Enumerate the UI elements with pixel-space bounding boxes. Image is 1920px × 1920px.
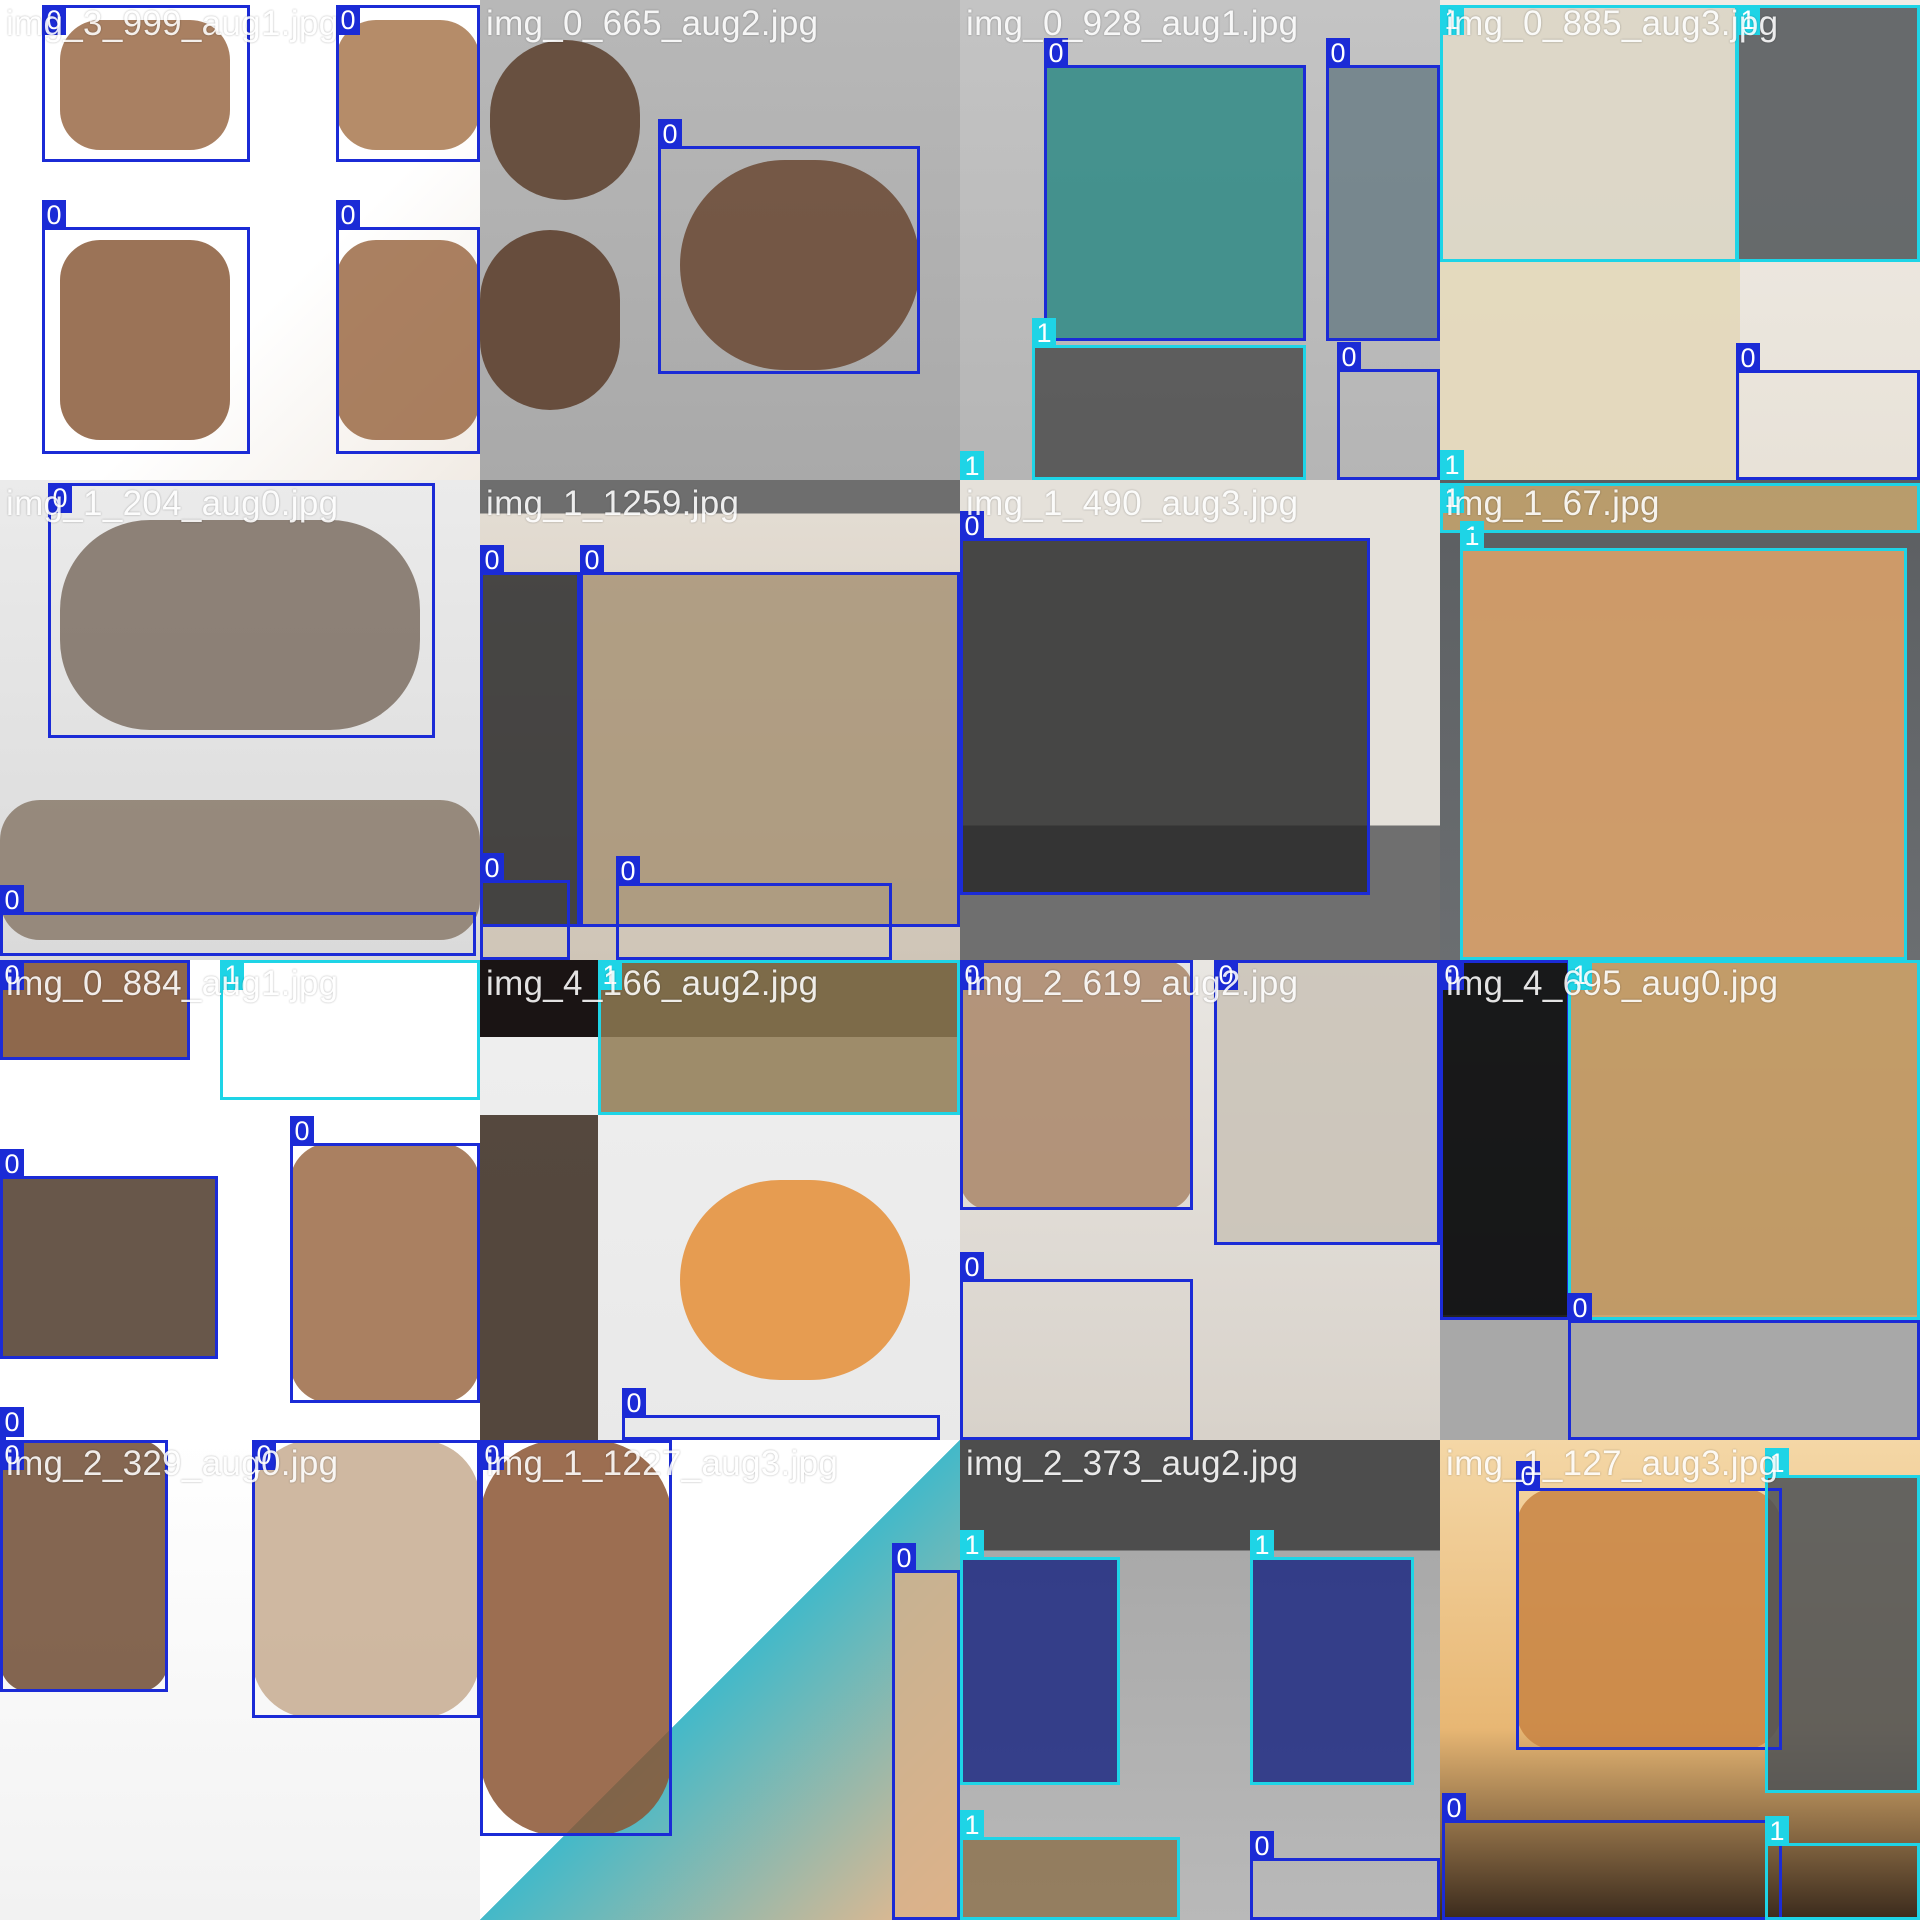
tile-r0c0: img_3_999_aug1.jpg 0 0 0 0 xyxy=(0,0,480,480)
class-label: 1 xyxy=(1250,1530,1274,1560)
bounding-box-class-0: 0 xyxy=(892,1543,960,1920)
class-label: 1 xyxy=(1032,318,1056,348)
class-label: 0 xyxy=(1250,1831,1274,1861)
class-label: 0 xyxy=(290,1116,314,1146)
bounding-box-class-1: 1 xyxy=(960,451,984,480)
class-label: 0 xyxy=(1442,1793,1466,1823)
class-label: 0 xyxy=(1568,1293,1592,1323)
bounding-box-class-0: 0 xyxy=(290,1116,480,1403)
tile-filename: img_1_490_aug3.jpg xyxy=(966,484,1299,523)
class-label: 0 xyxy=(1326,38,1350,68)
class-label: 0 xyxy=(1337,342,1361,372)
tile-r2c3: img_4_695_aug0.jpg 0 1 0 xyxy=(1440,960,1920,1440)
class-label: 0 xyxy=(616,856,640,886)
bounding-box-class-0: 0 xyxy=(336,5,480,162)
bounding-box-class-0: 0 xyxy=(658,119,920,374)
tile-r3c2: img_2_373_aug2.jpg 1 1 1 0 xyxy=(960,1440,1440,1920)
bounding-box-class-0: 0 xyxy=(1440,960,1570,1320)
bounding-box-class-1: 1 xyxy=(960,1530,1120,1785)
bounding-box-class-1: 1 xyxy=(1568,960,1920,1320)
class-label: 1 xyxy=(1440,450,1464,480)
tile-filename: img_1_1227_aug3.jpg xyxy=(486,1444,839,1483)
tile-r3c3: img_1_127_aug3.jpg 0 1 0 1 xyxy=(1440,1440,1920,1920)
class-label: 1 xyxy=(1765,1816,1789,1846)
class-label: 0 xyxy=(0,1407,24,1437)
tile-r2c0: img_0_884_aug1.jpg 0 1 0 0 0 xyxy=(0,960,480,1440)
bounding-box-class-0: 0 xyxy=(0,1149,218,1359)
tile-r0c1: img_0_665_aug2.jpg 0 xyxy=(480,0,960,480)
image-region xyxy=(1440,262,1740,480)
tile-filename: img_4_166_aug2.jpg xyxy=(486,964,819,1003)
tile-filename: img_3_999_aug1.jpg xyxy=(6,4,339,43)
tile-r1c0: img_1_204_aug0.jpg 0 0 xyxy=(0,480,480,960)
tile-filename: img_2_373_aug2.jpg xyxy=(966,1444,1299,1483)
bounding-box-class-0: 0 xyxy=(622,1388,940,1440)
bounding-box-class-1: 1 xyxy=(1440,450,1464,480)
class-label: 0 xyxy=(480,853,504,883)
bounding-box-class-0: 0 xyxy=(960,511,1370,895)
bounding-box-class-0: 0 xyxy=(1337,342,1440,480)
class-label: 0 xyxy=(960,1252,984,1282)
tile-filename: img_0_884_aug1.jpg xyxy=(6,964,339,1003)
class-label: 0 xyxy=(892,1543,916,1573)
tile-r0c3: img_0_885_aug3.jpg 1 1 0 1 xyxy=(1440,0,1920,480)
tile-filename: img_1_67.jpg xyxy=(1446,484,1660,523)
tile-filename: img_0_885_aug3.jpg xyxy=(1446,4,1779,43)
class-label: 0 xyxy=(336,5,360,35)
image-region xyxy=(680,1180,910,1380)
tile-filename: img_0_928_aug1.jpg xyxy=(966,4,1299,43)
class-label: 0 xyxy=(0,885,24,915)
bounding-box-class-0: 0 xyxy=(616,856,892,960)
class-label: 0 xyxy=(480,545,504,575)
class-label: 0 xyxy=(658,119,682,149)
tile-r1c3: img_1_67.jpg 1 1 xyxy=(1440,480,1920,960)
bounding-box-class-0: 0 xyxy=(1442,1793,1782,1920)
bounding-box-class-1: 1 xyxy=(1032,318,1306,480)
class-label: 0 xyxy=(0,1149,24,1179)
bounding-box-class-0: 0 xyxy=(1250,1831,1440,1920)
tile-filename: img_2_619_aug2.jpg xyxy=(966,964,1299,1003)
tile-r3c0: img_2_329_aug0.jpg 0 0 xyxy=(0,1440,480,1920)
class-label: 0 xyxy=(622,1388,646,1418)
class-label: 0 xyxy=(336,200,360,230)
tile-r1c1: img_1_1259.jpg 0 0 0 0 xyxy=(480,480,960,960)
class-label: 0 xyxy=(1736,343,1760,373)
bounding-box-class-0: 0 xyxy=(960,1252,1193,1440)
bounding-box-class-0: 0 xyxy=(1516,1461,1782,1750)
image-region xyxy=(490,40,640,200)
class-label: 1 xyxy=(960,1530,984,1560)
image-region xyxy=(480,230,620,410)
tile-filename: img_1_204_aug0.jpg xyxy=(6,484,339,523)
tile-r0c2: img_0_928_aug1.jpg 0 0 1 0 1 xyxy=(960,0,1440,480)
image-region xyxy=(480,1115,598,1440)
class-label: 0 xyxy=(580,545,604,575)
tile-filename: img_4_695_aug0.jpg xyxy=(1446,964,1779,1003)
tile-r2c1: img_4_166_aug2.jpg 1 0 xyxy=(480,960,960,1440)
bounding-box-class-0: 0 xyxy=(1326,38,1440,341)
bounding-box-class-0: 0 xyxy=(1568,1293,1920,1440)
bounding-box-class-0: 0 xyxy=(42,200,250,454)
bounding-box-class-0: 0 xyxy=(480,1440,672,1836)
tile-filename: img_2_329_aug0.jpg xyxy=(6,1444,339,1483)
tile-r2c2: img_2_619_aug2.jpg 0 0 0 xyxy=(960,960,1440,1440)
bounding-box-class-1: 1 xyxy=(1765,1448,1920,1793)
tile-filename: img_0_665_aug2.jpg xyxy=(486,4,819,43)
bounding-box-class-1: 1 xyxy=(1765,1816,1920,1920)
bounding-box-class-0: 0 xyxy=(480,853,570,960)
bounding-box-class-0: 0 xyxy=(1044,38,1306,341)
class-label: 0 xyxy=(42,200,66,230)
tile-filename: img_1_1259.jpg xyxy=(486,484,740,523)
bounding-box-class-0: 0 xyxy=(0,885,476,956)
tile-filename: img_1_127_aug3.jpg xyxy=(1446,1444,1779,1483)
class-label: 1 xyxy=(960,1810,984,1840)
bounding-box-class-1: 1 xyxy=(1460,521,1907,960)
bounding-box-class-0: 0 xyxy=(1736,343,1920,480)
bounding-box-class-1: 1 xyxy=(1250,1530,1414,1785)
class-label: 1 xyxy=(960,451,984,480)
mosaic-grid: img_3_999_aug1.jpg 0 0 0 0 img_0_665_aug2.jpg… xyxy=(0,0,1920,1920)
tile-r3c1: img_1_1227_aug3.jpg 0 0 xyxy=(480,1440,960,1920)
bounding-box-class-0: 0 xyxy=(336,200,480,454)
tile-r1c2: img_1_490_aug3.jpg 0 xyxy=(960,480,1440,960)
bounding-box-class-1: 1 xyxy=(960,1810,1180,1920)
